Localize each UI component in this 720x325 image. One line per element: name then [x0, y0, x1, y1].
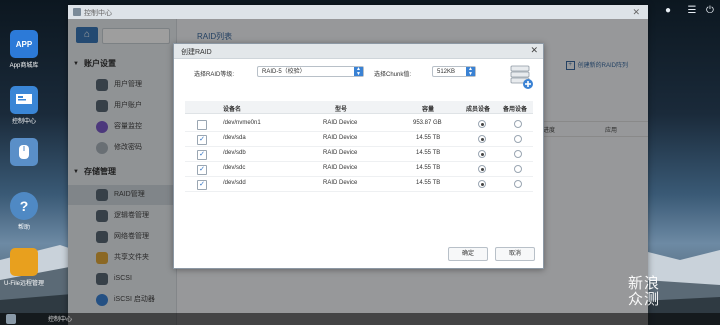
- control-center-icon: [10, 86, 38, 114]
- start-icon[interactable]: [6, 314, 16, 324]
- table-row[interactable]: /dev/nvme0n1 RAID Device 953.87 GB: [185, 116, 533, 132]
- row-checkbox[interactable]: [197, 120, 207, 130]
- device-model: RAID Device: [323, 180, 358, 186]
- member-radio[interactable]: [478, 180, 486, 188]
- close-icon[interactable]: ✕: [632, 7, 640, 18]
- device-model: RAID Device: [323, 150, 358, 156]
- device-name: /dev/sdc: [223, 165, 246, 171]
- device-icon: [10, 138, 38, 166]
- desktop-icon-help[interactable]: ? 帮助: [4, 192, 44, 231]
- chunk-select[interactable]: 512KB ▲ ▼: [432, 66, 476, 77]
- dialog-title: 创建RAID: [181, 49, 212, 56]
- spare-radio[interactable]: [514, 165, 522, 173]
- user-icon[interactable]: ●: [662, 5, 674, 17]
- table-row[interactable]: ✓ /dev/sdd RAID Device 14.55 TB: [185, 176, 533, 192]
- spare-radio[interactable]: [514, 120, 522, 128]
- raid-level-value: RAID-5（校验）: [262, 69, 306, 75]
- taskbar: 控制中心: [0, 313, 720, 325]
- spare-radio[interactable]: [514, 150, 522, 158]
- ok-button[interactable]: 确定: [448, 247, 488, 261]
- column-header-device: 设备名: [223, 107, 242, 113]
- window-titlebar: 控制中心 ✕: [68, 5, 648, 19]
- desktop-icon-label: U-File远程管理: [4, 281, 44, 287]
- table-row[interactable]: ✓ /dev/sdb RAID Device 14.55 TB: [185, 146, 533, 162]
- device-capacity: 14.55 TB: [416, 165, 441, 171]
- column-header-member: 成员设备: [466, 107, 491, 113]
- column-header-capacity: 容量: [422, 107, 435, 113]
- table-row[interactable]: ✓ /dev/sda RAID Device 14.55 TB: [185, 131, 533, 147]
- chevron-updown-icon: ▲ ▼: [354, 67, 363, 76]
- desktop-icon-control-center[interactable]: 控制中心: [4, 86, 44, 125]
- device-name: /dev/sdd: [223, 180, 246, 186]
- taskbar-item-control-center[interactable]: 控制中心: [48, 314, 72, 323]
- member-radio[interactable]: [478, 150, 486, 158]
- member-radio[interactable]: [478, 120, 486, 128]
- chunk-value: 512KB: [437, 69, 456, 75]
- row-checkbox[interactable]: ✓: [197, 165, 207, 175]
- watermark: 新浪 众测: [628, 275, 661, 308]
- device-capacity: 14.55 TB: [416, 180, 441, 186]
- device-model: RAID Device: [323, 120, 358, 126]
- desktop-icon-label: 帮助: [17, 225, 30, 231]
- spare-radio[interactable]: [514, 180, 522, 188]
- column-header-spare: 备用设备: [503, 107, 528, 113]
- device-model: RAID Device: [323, 135, 358, 141]
- app-store-icon: APP: [10, 30, 38, 58]
- device-name: /dev/sdb: [223, 150, 246, 156]
- dialog-titlebar: 创建RAID ✕: [174, 44, 543, 59]
- close-icon[interactable]: ✕: [530, 45, 538, 56]
- desktop-icon-label: App商城库: [9, 63, 39, 69]
- help-icon: ?: [10, 192, 38, 220]
- add-database-icon: [510, 65, 533, 89]
- desktop-icon-ufile[interactable]: U-File远程管理: [4, 248, 44, 287]
- desktop-icon-app-store[interactable]: APP App商城库: [4, 30, 44, 69]
- chunk-label: 选择Chunk值:: [374, 72, 412, 78]
- desktop-icon-device[interactable]: [4, 138, 44, 168]
- row-checkbox[interactable]: ✓: [197, 135, 207, 145]
- member-radio[interactable]: [478, 165, 486, 173]
- raid-level-select[interactable]: RAID-5（校验） ▲ ▼: [257, 66, 364, 77]
- device-capacity: 14.55 TB: [416, 135, 441, 141]
- desktop-icon-label: 控制中心: [11, 119, 36, 125]
- spare-radio[interactable]: [514, 135, 522, 143]
- menu-icon[interactable]: ☰: [686, 5, 698, 17]
- control-center-app-icon: [73, 8, 81, 16]
- create-raid-dialog: 创建RAID ✕ 选择RAID等级: RAID-5（校验） ▲ ▼ 选择Chunk…: [173, 43, 544, 269]
- row-checkbox[interactable]: ✓: [197, 150, 207, 160]
- chevron-updown-icon: ▲ ▼: [466, 67, 475, 76]
- window-title: 控制中心: [84, 10, 112, 17]
- ufile-icon: [10, 248, 38, 276]
- member-radio[interactable]: [478, 135, 486, 143]
- power-icon[interactable]: ⏻: [704, 5, 716, 17]
- device-name: /dev/nvme0n1: [223, 120, 261, 126]
- device-capacity: 953.87 GB: [413, 120, 442, 126]
- column-header-model: 型号: [335, 107, 348, 113]
- device-name: /dev/sda: [223, 135, 246, 141]
- device-model: RAID Device: [323, 165, 358, 171]
- raid-level-label: 选择RAID等级:: [194, 72, 235, 78]
- table-row[interactable]: ✓ /dev/sdc RAID Device 14.55 TB: [185, 161, 533, 177]
- row-checkbox[interactable]: ✓: [197, 180, 207, 190]
- device-capacity: 14.55 TB: [416, 150, 441, 156]
- table-header: 设备名 型号 容量 成员设备 备用设备: [185, 101, 533, 114]
- cancel-button[interactable]: 取消: [495, 247, 535, 261]
